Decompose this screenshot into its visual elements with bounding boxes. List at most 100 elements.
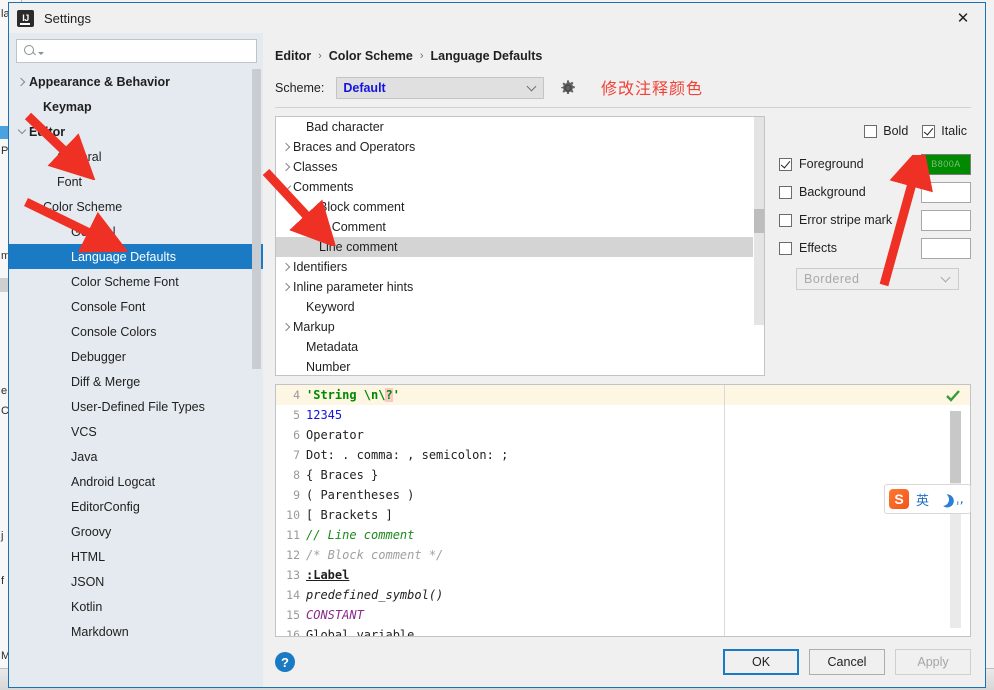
attribute-item-block-comment[interactable]: Block comment (276, 197, 764, 217)
attribute-item-identifiers[interactable]: Identifiers (276, 257, 764, 277)
search-container (9, 33, 263, 69)
line-number: 5 (293, 408, 300, 422)
sidebar-item-vcs[interactable]: VCS (9, 419, 263, 444)
sidebar-item-label: JSON (71, 574, 105, 589)
attribute-item-keyword[interactable]: Keyword (276, 297, 764, 317)
italic-option[interactable]: Italic (922, 124, 967, 138)
help-button[interactable]: ? (275, 652, 295, 672)
ok-button[interactable]: OK (723, 649, 799, 675)
foreground-color-swatch[interactable]: B800A (921, 153, 971, 175)
twisty-icon[interactable] (280, 181, 293, 190)
twisty-icon[interactable] (280, 142, 293, 152)
sidebar-item-editor[interactable]: Editor (9, 119, 263, 144)
sidebar-item-color-scheme-font[interactable]: Color Scheme Font (9, 269, 263, 294)
sidebar-item-debugger[interactable]: Debugger (9, 344, 263, 369)
sidebar-item-font[interactable]: Font (9, 169, 263, 194)
sidebar-item-groovy[interactable]: Groovy (9, 519, 263, 544)
search-dropdown-caret-icon[interactable] (38, 51, 44, 55)
twisty-icon[interactable] (280, 162, 293, 172)
bold-option[interactable]: Bold (864, 124, 908, 138)
line-content: 12345 (306, 408, 342, 422)
attribute-item-number[interactable]: Number (276, 357, 764, 375)
twisty-icon[interactable] (15, 125, 29, 135)
ime-punctuation-label[interactable]: ˌ, (956, 492, 964, 507)
line-content: { Braces } (306, 468, 378, 482)
attribute-item-metadata[interactable]: Metadata (276, 337, 764, 357)
attribute-item-inline-parameter-hints[interactable]: Inline parameter hints (276, 277, 764, 297)
attribute-item-comments[interactable]: Comments (276, 177, 764, 197)
attribute-item-label: Markup (293, 320, 335, 334)
attribute-item-label: Block comment (319, 200, 405, 214)
line-number: 4 (293, 388, 300, 402)
effect-type-select[interactable]: Bordered (796, 268, 959, 290)
bold-checkbox[interactable] (864, 124, 878, 138)
attributes-scrollbar[interactable] (753, 117, 764, 375)
background-color-swatch[interactable] (921, 181, 971, 203)
search-input[interactable] (47, 43, 250, 59)
moon-icon[interactable] (934, 491, 951, 508)
attribute-item-line-comment[interactable]: Line comment (276, 237, 764, 257)
sidebar-item-console-font[interactable]: Console Font (9, 294, 263, 319)
sidebar-item-user-defined-file-types[interactable]: User-Defined File Types (9, 394, 263, 419)
sidebar-item-general[interactable]: General (9, 219, 263, 244)
line-content: CONSTANT (306, 608, 364, 622)
sogou-logo-icon[interactable]: S (889, 489, 909, 509)
attributes-scrollbar-thumb[interactable] (754, 209, 764, 233)
attribute-item-doc-comment[interactable]: Doc Comment (276, 217, 764, 237)
sidebar-item-markdown[interactable]: Markdown (9, 619, 263, 644)
ime-mode-label[interactable]: 英 (916, 490, 929, 509)
sidebar-item-appearance-behavior[interactable]: Appearance & Behavior (9, 69, 263, 94)
line-content: Operator (306, 428, 364, 442)
sidebar-item-html[interactable]: HTML (9, 544, 263, 569)
sidebar-item-editorconfig[interactable]: EditorConfig (9, 494, 263, 519)
search-box[interactable] (16, 39, 257, 63)
sidebar-item-console-colors[interactable]: Console Colors (9, 319, 263, 344)
background-text-fragment: e (1, 385, 8, 397)
italic-checkbox[interactable] (922, 124, 936, 138)
attribute-item-bad-character[interactable]: Bad character (276, 117, 764, 137)
attributes-tree[interactable]: Bad character Braces and Operators Classes… (275, 116, 765, 376)
sidebar-item-color-scheme[interactable]: Color Scheme (9, 194, 263, 219)
sidebar-scrollbar[interactable] (252, 69, 261, 687)
twisty-icon[interactable] (280, 282, 293, 292)
sidebar-item-android-logcat[interactable]: Android Logcat (9, 469, 263, 494)
attribute-item-label: Doc Comment (306, 220, 386, 234)
breadcrumb-item[interactable]: Color Scheme (329, 49, 413, 63)
preview-scrollbar-thumb[interactable] (950, 411, 961, 483)
ime-toolbar[interactable]: S 英 ˌ, (884, 484, 971, 514)
attribute-item-markup[interactable]: Markup (276, 317, 764, 337)
sidebar-item-kotlin[interactable]: Kotlin (9, 594, 263, 619)
sidebar-item-label: HTML (71, 549, 106, 564)
twisty-icon[interactable] (280, 322, 293, 332)
sidebar-scrollbar-thumb[interactable] (252, 69, 261, 369)
sidebar-item-label: Editor (29, 124, 66, 139)
sidebar-item-general[interactable]: General (9, 144, 263, 169)
sidebar-item-language-defaults[interactable]: Language Defaults (9, 244, 263, 269)
twisty-icon[interactable] (15, 77, 29, 86)
preview-code-area[interactable]: 4 'String \n\?' 5 12345 6 Operator 7 Dot: . com… (276, 385, 970, 636)
twisty-icon[interactable] (293, 222, 306, 232)
sidebar-item-java[interactable]: Java (9, 444, 263, 469)
effects-color-swatch[interactable] (921, 237, 971, 259)
gear-icon[interactable] (558, 78, 578, 98)
close-icon[interactable]: ✕ (941, 3, 985, 33)
sidebar-item-keymap[interactable]: Keymap (9, 94, 263, 119)
cancel-button[interactable]: Cancel (809, 649, 885, 675)
background-checkbox[interactable] (779, 185, 792, 199)
scheme-select[interactable]: Default (336, 77, 545, 99)
line-content: // Line comment (306, 528, 414, 542)
attribute-item-classes[interactable]: Classes (276, 157, 764, 177)
error-stripe-color-swatch[interactable] (921, 209, 971, 231)
effects-checkbox[interactable] (779, 241, 792, 255)
code-token: 12345 (306, 408, 343, 422)
twisty-icon[interactable] (29, 200, 43, 210)
breadcrumb-item[interactable]: Editor (275, 49, 311, 63)
sidebar-tree[interactable]: Appearance & Behavior Keymap Editor General… (9, 69, 263, 687)
twisty-icon[interactable] (280, 262, 293, 272)
apply-button: Apply (895, 649, 971, 675)
foreground-checkbox[interactable] (779, 157, 792, 171)
sidebar-item-json[interactable]: JSON (9, 569, 263, 594)
sidebar-item-diff-merge[interactable]: Diff & Merge (9, 369, 263, 394)
attribute-item-braces-and-operators[interactable]: Braces and Operators (276, 137, 764, 157)
error-stripe-checkbox[interactable] (779, 213, 792, 227)
